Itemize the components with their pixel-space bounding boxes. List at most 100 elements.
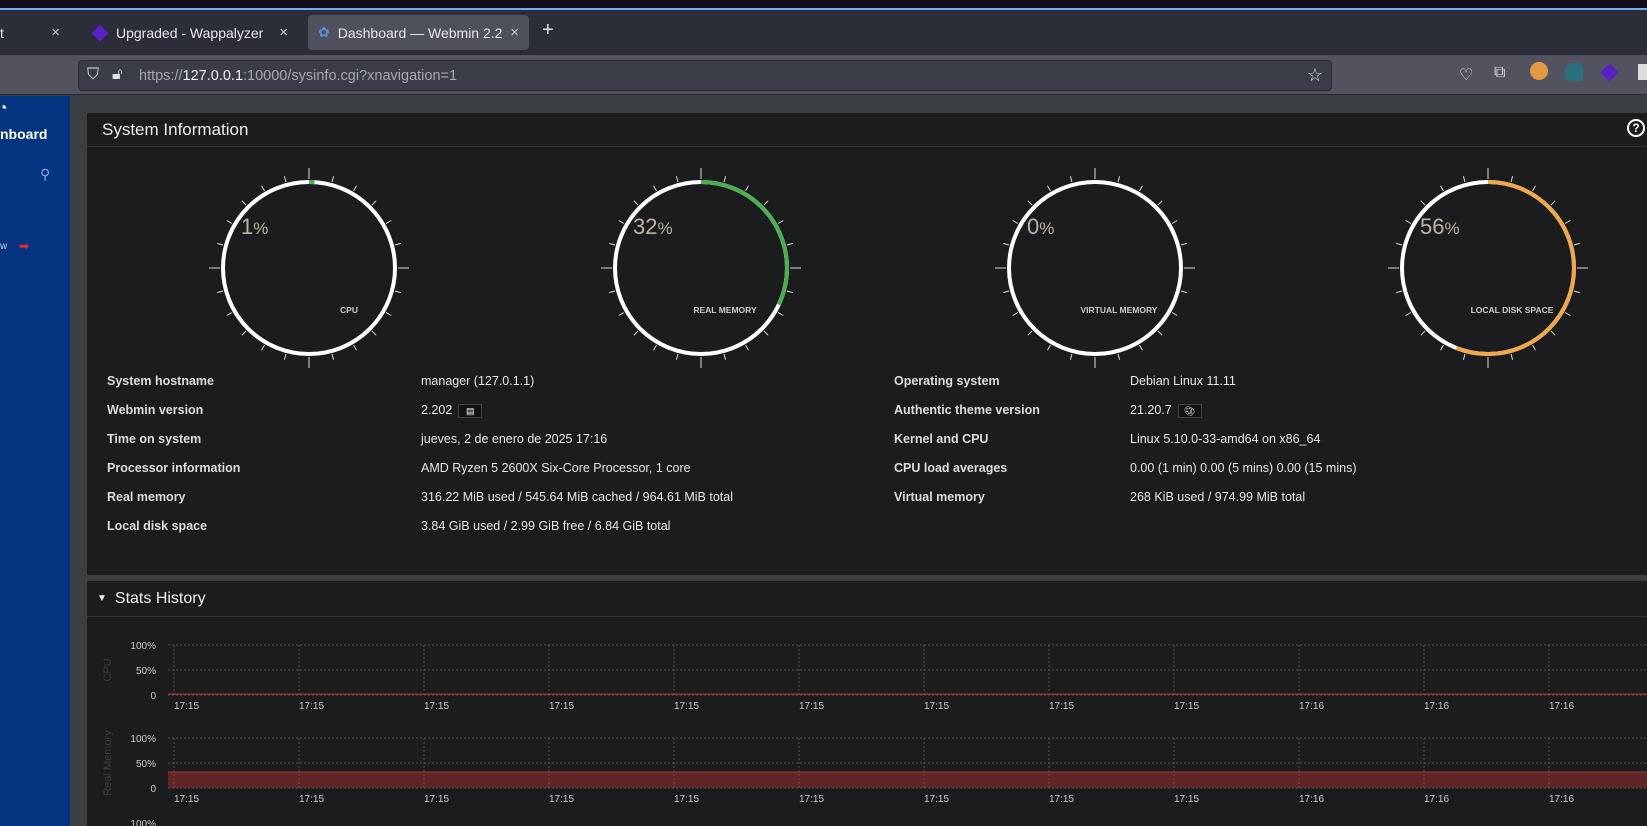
x-tick-label: 17:15 — [299, 794, 324, 805]
x-tick-label: 17:15 — [674, 701, 699, 712]
gauge-tick — [331, 176, 335, 183]
gauge-tick — [633, 200, 639, 206]
gauge-tick — [1550, 200, 1556, 206]
gauge-tick — [1027, 330, 1033, 336]
gauge-tick — [1171, 312, 1178, 316]
tab-1[interactable]: t × — [0, 15, 70, 50]
gauge-tick — [371, 330, 377, 336]
close-icon[interactable]: × — [279, 24, 288, 41]
desktop-strip — [0, 0, 1647, 10]
gauge-tick — [241, 330, 247, 336]
tab-dashboard[interactable]: ✿ Dashboard — Webmin 2.202 × — [308, 15, 529, 50]
pocket-icon[interactable]: ♡ — [1459, 65, 1473, 85]
gauge-tick — [1396, 290, 1403, 294]
help-icon[interactable]: ? — [1627, 119, 1645, 137]
extensions-icon[interactable]: ⧉ — [1494, 64, 1505, 82]
x-tick-label: 17:15 — [674, 794, 699, 805]
sidebar: ◔ nboard ⚲ w ➡ — [0, 96, 70, 826]
info-label: System hostname — [107, 374, 214, 388]
gauge-tick — [675, 176, 679, 183]
gauge-value: 0% — [1027, 214, 1055, 239]
gauge-tick — [653, 344, 657, 351]
info-label: Time on system — [107, 432, 202, 446]
y-tick-label: 0 — [150, 691, 156, 702]
info-value: 0.00 (1 min) 0.00 (5 mins) 0.00 (15 mins… — [1130, 461, 1357, 475]
gauge-tick — [1405, 220, 1412, 224]
stats-charts: CPU 100% 50% 0 17:15 17:15 17:15 17:15 17:15 17:1… — [102, 641, 1647, 826]
x-tick-label: 17:15 — [549, 794, 574, 805]
x-tick-label: 17:15 — [424, 794, 449, 805]
gauge-tick — [1117, 176, 1121, 183]
sidebar-user-text: w — [0, 241, 8, 252]
y-tick-label: 50% — [136, 666, 156, 677]
x-tick-label: 17:16 — [1549, 701, 1574, 712]
gauge-tick — [353, 185, 357, 192]
gauge-tick — [633, 330, 639, 336]
search-icon[interactable]: ⚲ — [40, 166, 50, 183]
gauge-tick — [763, 330, 769, 336]
gauge-tick — [675, 353, 679, 360]
gauge-tick — [217, 242, 224, 246]
tab-label: Dashboard — Webmin 2.202 — [337, 24, 503, 41]
gauge-tick — [353, 344, 357, 351]
gauge-tick — [1069, 353, 1073, 360]
gauge-tick — [777, 312, 784, 316]
info-value: Linux 5.10.0-33-amd64 on x86_64 — [1130, 432, 1321, 446]
close-icon[interactable]: × — [51, 24, 60, 41]
gauge-tick — [226, 220, 233, 224]
shield-icon[interactable]: ⛉ — [87, 66, 99, 84]
x-tick-label: 17:15 — [924, 701, 949, 712]
extension-icon[interactable] — [1638, 64, 1647, 80]
y-tick-label: 100% — [130, 734, 156, 745]
bookmark-star-icon[interactable]: ☆ — [1307, 65, 1323, 86]
gauge-ring — [1007, 180, 1183, 356]
close-icon[interactable]: × — [510, 24, 519, 41]
gauge-tick — [261, 344, 265, 351]
gauge-tick — [723, 176, 727, 183]
chart-2: 100% — [130, 819, 156, 826]
wappalyzer-icon[interactable] — [1600, 63, 1619, 82]
gauge-arc — [1455, 180, 1576, 356]
gauge-tick — [1532, 344, 1536, 351]
extension-blocker-icon[interactable] — [1530, 62, 1548, 80]
gauge-tick — [1440, 344, 1444, 351]
chart-ylabel: Real Memory — [102, 730, 114, 796]
chart-0: CPU 100% 50% 0 17:15 17:15 17:15 17:15 17:15 17:1… — [102, 641, 1647, 712]
changelog-icon[interactable]: ▤ — [458, 403, 483, 418]
x-tick-label: 17:15 — [549, 701, 574, 712]
x-tick-label: 17:15 — [799, 794, 824, 805]
info-value: 21.20.7 🎨︎ — [1130, 403, 1202, 418]
extension-mask-icon[interactable] — [1565, 63, 1583, 81]
gauge-tick — [763, 200, 769, 206]
gauge-tick — [1003, 242, 1010, 246]
gauge-tick — [1510, 353, 1514, 360]
gauge-virtual-memory: 0% VIRTUAL MEMORY — [995, 168, 1195, 373]
insecure-lock-icon[interactable]: 🔓︎ — [112, 66, 122, 84]
y-tick-label: 50% — [136, 759, 156, 770]
info-value: jueves, 2 de enero de 2025 17:16 — [421, 432, 608, 446]
gauge-tick — [1069, 176, 1073, 183]
gauge-local-disk-space: 56% LOCAL DISK SPACE — [1388, 168, 1588, 373]
tab-wappalyzer[interactable]: Upgraded - Wappalyzer × — [80, 15, 298, 50]
gauge-tick — [1047, 185, 1051, 192]
panel-title: System Information — [102, 119, 249, 139]
gauge-tick — [1420, 200, 1426, 206]
url-text[interactable]: https://127.0.0.1:10000/sysinfo.cgi?xnav… — [139, 68, 457, 84]
palette-icon[interactable]: 🎨︎ — [1177, 403, 1202, 418]
new-tab-button[interactable]: + — [542, 19, 554, 42]
logout-icon[interactable]: ➡ — [19, 239, 29, 253]
dashboard-icon[interactable]: ◔ — [0, 100, 8, 118]
x-tick-label: 17:15 — [799, 701, 824, 712]
gauge-tick — [385, 220, 392, 224]
x-tick-label: 17:16 — [1299, 701, 1324, 712]
x-tick-label: 17:15 — [1174, 701, 1199, 712]
x-tick-label: 17:16 — [1424, 701, 1449, 712]
info-label: Real memory — [107, 490, 186, 504]
gauge-tick — [217, 290, 224, 294]
gauge-tick — [394, 290, 401, 294]
gauge-tick — [618, 220, 625, 224]
info-label: Kernel and CPU — [894, 432, 989, 446]
gauge-tick — [1047, 344, 1051, 351]
sidebar-title[interactable]: nboard — [0, 126, 47, 142]
url-bar[interactable]: ⛉ 🔓︎ https://127.0.0.1:10000/sysinfo.cgi… — [78, 60, 1332, 91]
